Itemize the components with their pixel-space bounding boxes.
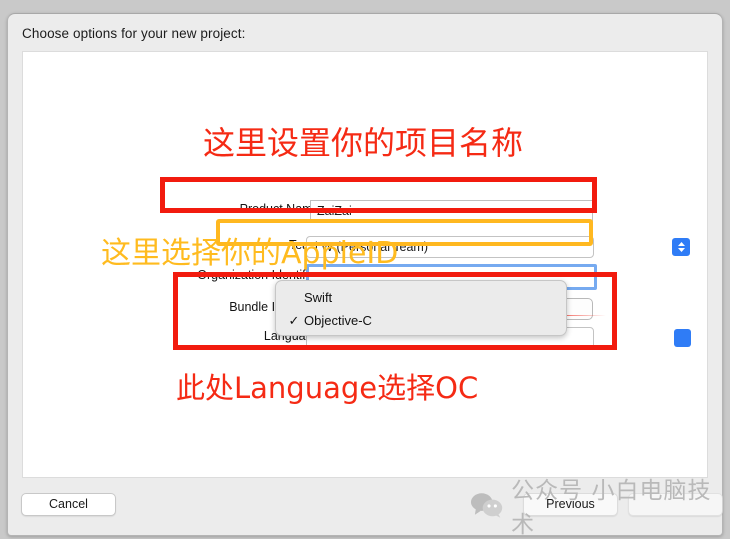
- language-dropdown-menu[interactable]: Swift ✓ Objective-C: [275, 280, 567, 336]
- annotation-appleid-text: 这里选择你的AppleID: [101, 236, 399, 271]
- menu-item-label: Swift: [304, 290, 333, 305]
- annotation-title-text: 这里设置你的项目名称: [203, 124, 524, 162]
- menu-item-swift[interactable]: Swift: [276, 286, 566, 310]
- cancel-button[interactable]: Cancel: [21, 493, 116, 516]
- menu-item-label: Objective-C: [304, 313, 372, 328]
- form-row-product-name: Product Name: ZaiZai: [23, 200, 707, 222]
- language-stepper-icon[interactable]: [674, 329, 691, 347]
- dialog-prompt-text: Choose options for your new project:: [22, 26, 246, 41]
- annotation-language-note-text: 此处Language选择OC: [176, 371, 479, 405]
- menu-check-icon: ✓: [288, 313, 300, 328]
- team-stepper-icon[interactable]: [672, 238, 690, 256]
- menu-item-objective-c[interactable]: ✓ Objective-C: [276, 309, 566, 333]
- new-project-options-dialog: Choose options for your new project: Pro…: [7, 13, 723, 536]
- previous-button[interactable]: Previous: [523, 493, 618, 516]
- product-name-input[interactable]: ZaiZai: [310, 200, 593, 222]
- next-button[interactable]: [628, 493, 723, 516]
